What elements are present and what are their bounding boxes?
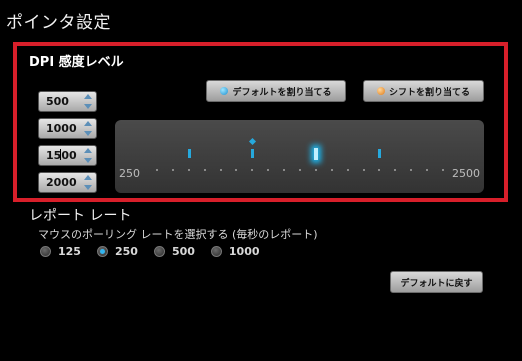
assign-default-label: デフォルトを割り当てる: [232, 87, 332, 98]
down-arrow-icon[interactable]: [84, 131, 92, 136]
restore-default-label: デフォルトに戻す: [400, 278, 473, 289]
report-rate-options: 125 250 500 1000: [40, 245, 276, 258]
radio-label: 1000: [228, 245, 260, 258]
slider-tick: [426, 169, 429, 171]
radio-label: 500: [171, 245, 195, 258]
slider-tick: [283, 169, 286, 171]
up-arrow-icon[interactable]: [84, 121, 92, 126]
dpi-level-marker[interactable]: [187, 149, 191, 158]
slider-tick: [235, 169, 238, 171]
slider-tick: [203, 169, 206, 171]
slider-tick: [171, 169, 174, 171]
window-title: ポインタ設定: [6, 13, 111, 33]
radio-button[interactable]: [210, 246, 222, 257]
up-arrow-icon[interactable]: [84, 148, 92, 153]
assign-shift-label: シフトを割り当てる: [388, 87, 470, 98]
radio-button[interactable]: [40, 246, 51, 257]
dpi-level-marker-active[interactable]: [313, 148, 318, 160]
dpi-level-3-value: 1500: [46, 149, 77, 162]
slider-tick: [330, 169, 333, 171]
report-rate-option-125[interactable]: 125: [40, 245, 81, 258]
dpi-slider[interactable]: 250 2500: [115, 120, 484, 193]
up-arrow-icon[interactable]: [84, 175, 92, 180]
default-marker-icon: [249, 137, 257, 146]
dpi-level-marker[interactable]: [251, 149, 255, 158]
up-arrow-icon[interactable]: [84, 94, 92, 99]
down-arrow-icon[interactable]: [84, 104, 92, 109]
slider-min-label: 250: [119, 167, 140, 180]
slider-tick: [378, 169, 381, 171]
slider-tick: [187, 169, 190, 171]
report-rate-description: マウスのポーリング レートを選択する (毎秒のレポート): [38, 228, 318, 241]
orange-dot-icon: [376, 87, 385, 95]
radio-label: 250: [114, 245, 138, 258]
assign-default-button[interactable]: デフォルトを割り当てる: [206, 80, 346, 102]
slider-tick: [442, 169, 444, 171]
dpi-level-1-value: 500: [46, 95, 69, 108]
slider-tick: [394, 169, 397, 171]
slider-tick: [156, 169, 158, 171]
dpi-level-4-value: 2000: [46, 176, 77, 189]
slider-tick: [314, 169, 317, 171]
slider-tick: [299, 169, 301, 171]
slider-tick: [410, 169, 413, 171]
radio-button[interactable]: [96, 246, 108, 257]
radio-label: 125: [58, 245, 81, 258]
dpi-level-1-spinner[interactable]: 500: [38, 91, 97, 112]
spinner-arrows[interactable]: [82, 94, 94, 109]
restore-default-button[interactable]: デフォルトに戻す: [390, 271, 483, 293]
report-rate-option-500[interactable]: 500: [153, 245, 195, 258]
spinner-arrows[interactable]: [82, 175, 94, 190]
slider-tick: [346, 169, 349, 171]
blue-dot-icon: [220, 87, 229, 95]
slider-tick: [362, 169, 365, 171]
report-rate-option-250[interactable]: 250: [96, 245, 138, 258]
report-rate-option-1000[interactable]: 1000: [210, 245, 260, 258]
spinner-arrows[interactable]: [82, 121, 94, 136]
slider-max-label: 2500: [452, 167, 480, 180]
slider-tick: [251, 169, 254, 171]
slider-tick: [267, 169, 270, 171]
dpi-level-3-spinner[interactable]: 1500: [38, 145, 97, 166]
down-arrow-icon[interactable]: [84, 158, 92, 163]
radio-button[interactable]: [153, 246, 165, 257]
dpi-level-3-text: 1500: [46, 149, 77, 162]
slider-tick: [219, 169, 222, 171]
down-arrow-icon[interactable]: [84, 185, 92, 190]
text-caret: [60, 149, 62, 160]
dpi-section-heading: DPI 感度レベル: [29, 55, 124, 70]
assign-shift-button[interactable]: シフトを割り当てる: [363, 80, 484, 102]
dpi-level-2-value: 1000: [46, 122, 77, 135]
dpi-level-marker[interactable]: [378, 149, 382, 158]
spinner-arrows[interactable]: [82, 148, 94, 163]
report-rate-heading: レポート レート: [29, 208, 132, 224]
dpi-level-2-spinner[interactable]: 1000: [38, 118, 97, 139]
dpi-level-4-spinner[interactable]: 2000: [38, 172, 97, 193]
